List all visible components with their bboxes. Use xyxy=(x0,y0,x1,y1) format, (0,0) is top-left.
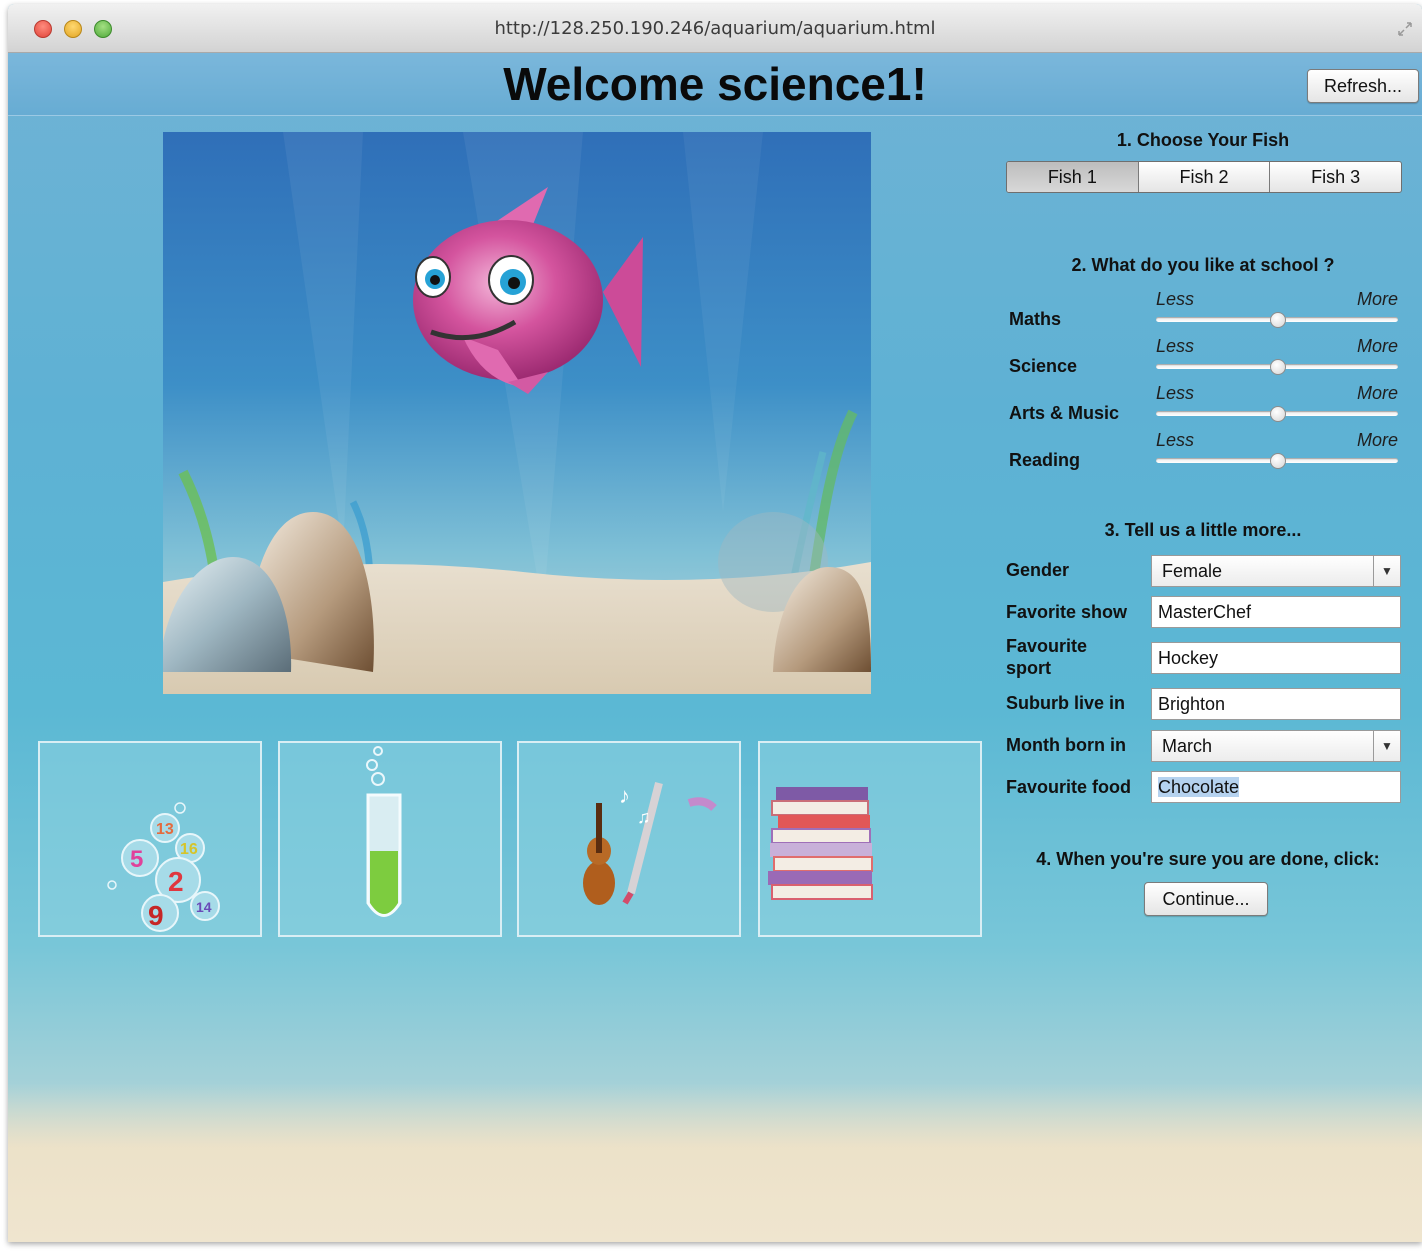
month-born-select[interactable]: March ▼ xyxy=(1151,730,1401,762)
fish-3-button[interactable]: Fish 3 xyxy=(1270,162,1401,192)
reading-slider-thumb[interactable] xyxy=(1270,453,1286,469)
suburb-label: Suburb live in xyxy=(1006,693,1126,713)
arts-less-label: Less xyxy=(1156,383,1195,403)
sand-floor-background xyxy=(8,1083,1422,1242)
arts-music-label: Arts & Music xyxy=(1009,403,1120,423)
browser-window: http://128.250.190.246/aquarium/aquarium… xyxy=(8,4,1422,1242)
favourite-food-label: Favourite food xyxy=(1006,777,1131,797)
maths-more-label: More xyxy=(1357,289,1399,309)
svg-text:♫: ♫ xyxy=(637,807,651,827)
favorite-show-input[interactable]: MasterChef xyxy=(1151,596,1401,628)
science-label: Science xyxy=(1009,356,1078,376)
number-2: 2 xyxy=(168,866,184,897)
gender-label: Gender xyxy=(1006,560,1070,580)
arts-music-slider[interactable] xyxy=(1156,406,1398,422)
arts-more-label: More xyxy=(1357,383,1399,403)
section-school-likes-title: 2. What do you like at school ? xyxy=(1071,255,1335,275)
continue-button[interactable]: Continue... xyxy=(1144,882,1268,916)
arts-music-slider-thumb[interactable] xyxy=(1270,406,1286,422)
reading-slider[interactable] xyxy=(1156,453,1398,469)
reading-less-label: Less xyxy=(1156,430,1195,450)
header-band: Welcome science1! Refresh... xyxy=(8,53,1422,116)
favorite-show-label: Favorite show xyxy=(1006,602,1128,622)
refresh-button[interactable]: Refresh... xyxy=(1307,69,1419,103)
science-less-label: Less xyxy=(1156,336,1195,356)
science-slider[interactable] xyxy=(1156,359,1398,375)
maths-label: Maths xyxy=(1009,309,1062,329)
science-more-label: More xyxy=(1357,336,1399,356)
fullscreen-icon[interactable] xyxy=(1398,22,1412,36)
favourite-sport-label-line1: Favourite xyxy=(1006,636,1088,656)
arts-music-tile[interactable]: ♪ ♫ xyxy=(517,741,741,937)
favourite-food-value: Chocolate xyxy=(1158,777,1240,797)
fish-2-button[interactable]: Fish 2 xyxy=(1139,162,1271,192)
fish-1-button[interactable]: Fish 1 xyxy=(1007,162,1139,192)
number-5: 5 xyxy=(130,846,143,873)
page-url: http://128.250.190.246/aquarium/aquarium… xyxy=(494,18,936,39)
fish-selector: Fish 1 Fish 2 Fish 3 xyxy=(1006,161,1402,193)
section-tell-more-title: 3. Tell us a little more... xyxy=(1104,520,1302,540)
favourite-sport-input[interactable]: Hockey xyxy=(1151,642,1401,674)
maths-less-label: Less xyxy=(1156,289,1195,309)
reading-more-label: More xyxy=(1357,430,1399,450)
svg-text:♪: ♪ xyxy=(619,783,630,808)
suburb-input[interactable]: Brighton xyxy=(1151,688,1401,720)
number-14: 14 xyxy=(196,899,212,915)
month-born-label: Month born in xyxy=(1006,735,1126,755)
section-done-title: 4. When you're sure you are done, click: xyxy=(1036,849,1380,869)
favourite-sport-label: Favourite sport xyxy=(1006,635,1087,679)
number-16: 16 xyxy=(180,841,198,858)
number-13: 13 xyxy=(156,821,174,838)
maths-slider-thumb[interactable] xyxy=(1270,312,1286,328)
books-stack-icon xyxy=(768,787,873,900)
violin-icon: ♪ ♫ xyxy=(583,782,717,905)
month-born-value: March xyxy=(1162,736,1213,756)
gender-value: Female xyxy=(1162,561,1223,581)
reading-label: Reading xyxy=(1009,450,1081,470)
chevron-down-icon[interactable]: ▼ xyxy=(1373,556,1400,586)
maths-tile[interactable]: 13 5 16 2 9 14 xyxy=(38,741,262,937)
favourite-sport-label-line2: sport xyxy=(1006,658,1051,678)
section-choose-fish-title: 1. Choose Your Fish xyxy=(1116,130,1290,150)
aquarium-page: Welcome science1! Refresh... 13 5 16 2 9… xyxy=(8,53,1422,1242)
chevron-down-icon[interactable]: ▼ xyxy=(1373,731,1400,761)
gender-select[interactable]: Female ▼ xyxy=(1151,555,1401,587)
number-9: 9 xyxy=(148,900,164,931)
maths-slider[interactable] xyxy=(1156,312,1398,328)
page-title: Welcome science1! xyxy=(503,58,927,110)
test-tube-icon xyxy=(366,746,402,917)
title-bar: http://128.250.190.246/aquarium/aquarium… xyxy=(8,4,1422,53)
number-bubbles-icon: 13 5 16 2 9 14 xyxy=(107,802,220,932)
favourite-food-input[interactable]: Chocolate xyxy=(1151,771,1401,803)
science-tile[interactable] xyxy=(278,741,502,937)
aquarium-scene xyxy=(163,132,871,694)
science-slider-thumb[interactable] xyxy=(1270,359,1286,375)
reading-tile[interactable] xyxy=(758,741,982,937)
